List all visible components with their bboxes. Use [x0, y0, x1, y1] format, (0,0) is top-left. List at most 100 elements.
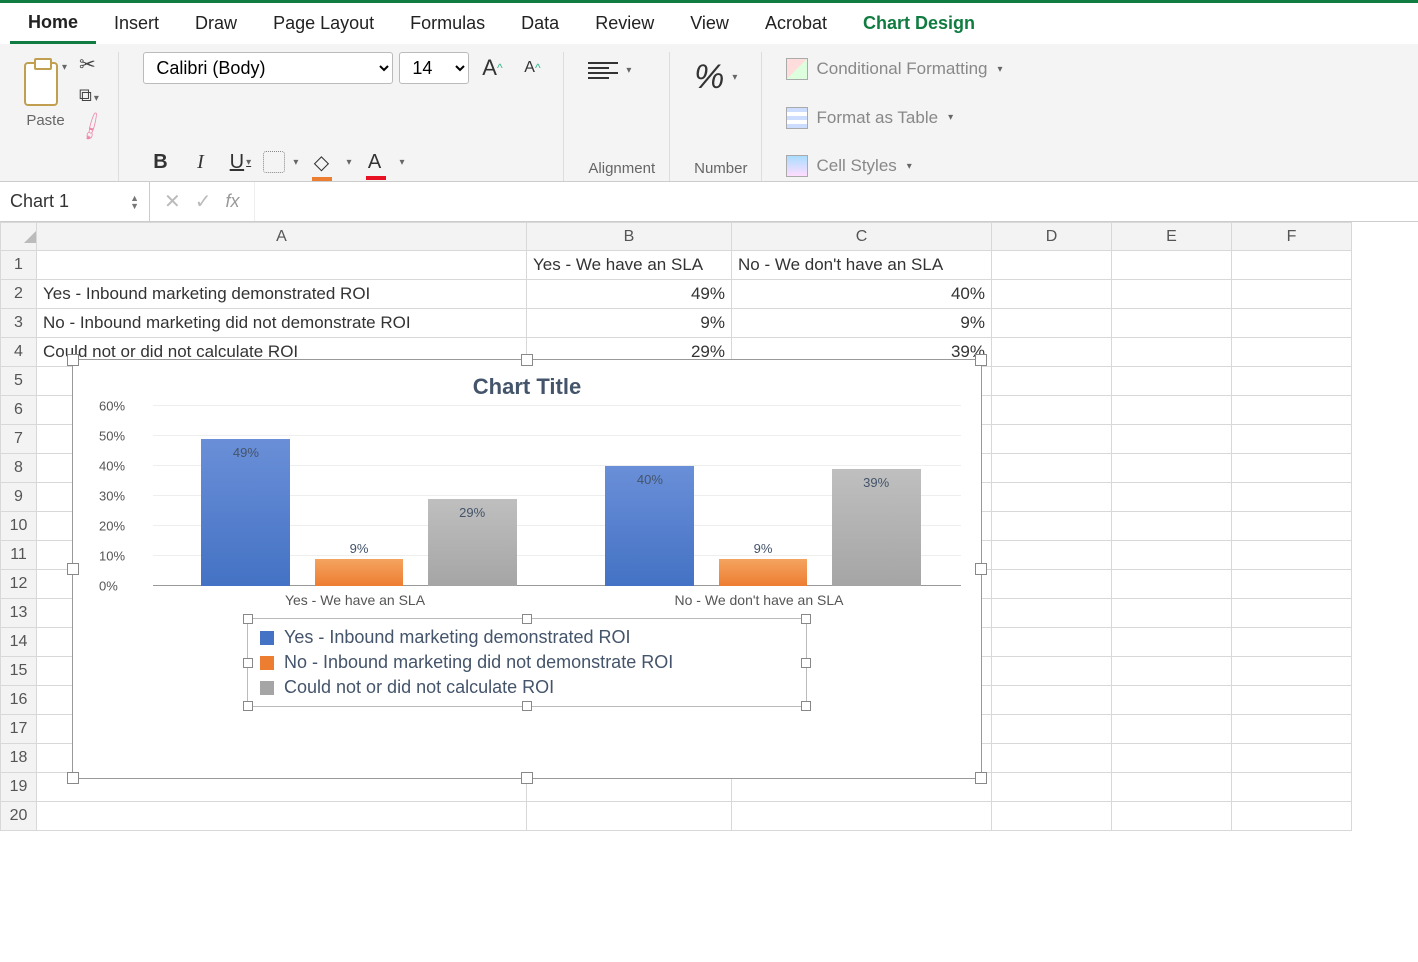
cell[interactable]: [992, 599, 1112, 628]
tab-home[interactable]: Home: [10, 4, 96, 44]
resize-handle[interactable]: [801, 614, 811, 624]
cell[interactable]: [37, 251, 527, 280]
resize-handle[interactable]: [243, 701, 253, 711]
cell[interactable]: [992, 715, 1112, 744]
cell[interactable]: [1112, 686, 1232, 715]
cell[interactable]: [1232, 396, 1352, 425]
cell[interactable]: [992, 686, 1112, 715]
fill-color-button[interactable]: ◇: [304, 147, 338, 177]
formula-input[interactable]: [255, 182, 1418, 221]
tab-formulas[interactable]: Formulas: [392, 5, 503, 42]
row-header[interactable]: 19: [1, 773, 37, 802]
cell[interactable]: [992, 425, 1112, 454]
cell[interactable]: [1112, 454, 1232, 483]
cell[interactable]: [992, 454, 1112, 483]
cell[interactable]: 9%: [527, 309, 732, 338]
resize-handle[interactable]: [521, 354, 533, 366]
tab-review[interactable]: Review: [577, 5, 672, 42]
cell-styles-button[interactable]: Cell Styles▾: [786, 155, 1002, 177]
cell[interactable]: [992, 744, 1112, 773]
row-header[interactable]: 4: [1, 338, 37, 367]
col-header-F[interactable]: F: [1232, 223, 1352, 251]
cell[interactable]: [992, 802, 1112, 831]
col-header-C[interactable]: C: [732, 223, 992, 251]
cell[interactable]: [1232, 309, 1352, 338]
row-header[interactable]: 15: [1, 657, 37, 686]
cell[interactable]: [1232, 628, 1352, 657]
font-size-select[interactable]: 14: [399, 52, 469, 84]
fx-label[interactable]: fx: [226, 191, 240, 212]
tab-insert[interactable]: Insert: [96, 5, 177, 42]
col-header-D[interactable]: D: [992, 223, 1112, 251]
name-box[interactable]: Chart 1 ▲▼: [0, 182, 150, 221]
chart-bar[interactable]: 29%: [428, 499, 517, 586]
resize-handle[interactable]: [975, 354, 987, 366]
cell[interactable]: [992, 338, 1112, 367]
tab-chart-design[interactable]: Chart Design: [845, 5, 993, 42]
cell[interactable]: [1112, 512, 1232, 541]
chart-bar[interactable]: 39%: [832, 469, 921, 586]
tab-view[interactable]: View: [672, 5, 747, 42]
tab-page-layout[interactable]: Page Layout: [255, 5, 392, 42]
tab-data[interactable]: Data: [503, 5, 577, 42]
cell[interactable]: [992, 483, 1112, 512]
bold-button[interactable]: B: [143, 147, 177, 177]
resize-handle[interactable]: [522, 614, 532, 624]
cell[interactable]: [1232, 802, 1352, 831]
chart-bar[interactable]: 9%: [719, 559, 808, 586]
chevron-down-icon[interactable]: ▾: [732, 72, 737, 83]
cell[interactable]: [1232, 657, 1352, 686]
cut-icon[interactable]: ✂: [79, 52, 104, 77]
name-box-spinner[interactable]: ▲▼: [130, 194, 139, 210]
border-button[interactable]: [263, 151, 285, 173]
row-header[interactable]: 9: [1, 483, 37, 512]
cell[interactable]: [1232, 599, 1352, 628]
col-header-E[interactable]: E: [1112, 223, 1232, 251]
row-header[interactable]: 6: [1, 396, 37, 425]
chart-legend[interactable]: Yes - Inbound marketing demonstrated ROI…: [247, 618, 807, 707]
cell[interactable]: [992, 251, 1112, 280]
row-header[interactable]: 8: [1, 454, 37, 483]
grow-font-button[interactable]: A^: [475, 53, 509, 83]
resize-handle[interactable]: [522, 701, 532, 711]
cell[interactable]: [1112, 396, 1232, 425]
paste-icon[interactable]: [24, 62, 58, 106]
format-as-table-button[interactable]: Format as Table▾: [786, 107, 1002, 129]
cell[interactable]: [1112, 628, 1232, 657]
cell[interactable]: [992, 280, 1112, 309]
row-header[interactable]: 20: [1, 802, 37, 831]
row-header[interactable]: 16: [1, 686, 37, 715]
conditional-formatting-button[interactable]: Conditional Formatting▾: [786, 58, 1002, 80]
cell[interactable]: [1112, 541, 1232, 570]
cell[interactable]: 49%: [527, 280, 732, 309]
row-header[interactable]: 14: [1, 628, 37, 657]
cell[interactable]: [1232, 715, 1352, 744]
cell[interactable]: [1112, 657, 1232, 686]
cell[interactable]: No - Inbound marketing did not demonstra…: [37, 309, 527, 338]
cell[interactable]: [1232, 251, 1352, 280]
font-name-select[interactable]: Calibri (Body): [143, 52, 393, 84]
resize-handle[interactable]: [521, 772, 533, 784]
cell[interactable]: [992, 512, 1112, 541]
alignment-icon[interactable]: [588, 62, 618, 79]
chart-plot-area[interactable]: 0%10%20%30%40%50%60%49%9%29%40%9%39%: [153, 406, 961, 586]
select-all-corner[interactable]: [1, 223, 37, 251]
row-header[interactable]: 5: [1, 367, 37, 396]
row-header[interactable]: 3: [1, 309, 37, 338]
chevron-down-icon[interactable]: ▾: [626, 65, 631, 76]
cell[interactable]: [1232, 570, 1352, 599]
chevron-down-icon[interactable]: ▾: [62, 62, 67, 73]
cell[interactable]: [1112, 338, 1232, 367]
col-header-A[interactable]: A: [37, 223, 527, 251]
cell[interactable]: [1112, 367, 1232, 396]
cell[interactable]: [992, 541, 1112, 570]
cell[interactable]: [992, 367, 1112, 396]
chart-bar[interactable]: 9%: [315, 559, 404, 586]
cell[interactable]: [1232, 686, 1352, 715]
format-painter-icon[interactable]: 🖌: [74, 109, 108, 143]
cell[interactable]: [1232, 338, 1352, 367]
chart-object[interactable]: Chart Title 0%10%20%30%40%50%60%49%9%29%…: [72, 359, 982, 779]
underline-button[interactable]: U▾: [223, 147, 257, 177]
cell[interactable]: [1112, 802, 1232, 831]
cell[interactable]: [992, 309, 1112, 338]
